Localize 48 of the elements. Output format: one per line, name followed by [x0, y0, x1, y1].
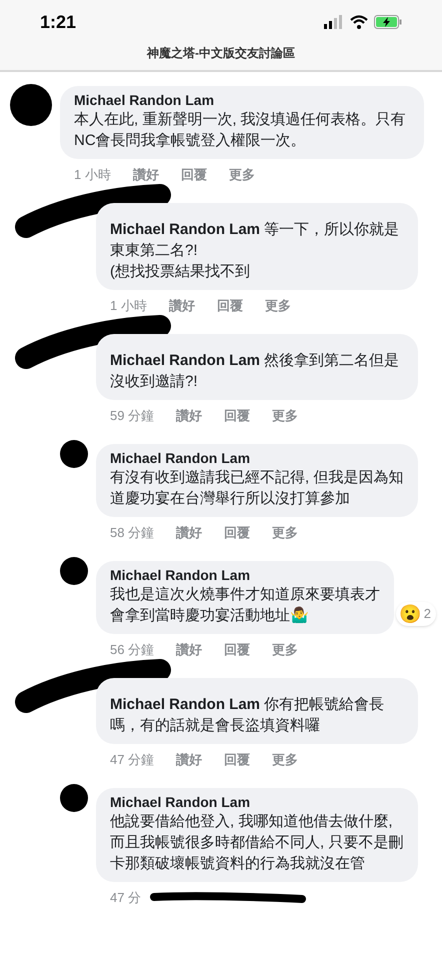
comment-time: 56 分鐘: [110, 642, 154, 658]
comment-action[interactable]: 讚好: [176, 642, 202, 658]
reaction-badge[interactable]: 😮 2: [396, 602, 436, 626]
author-name[interactable]: Michael Randon Lam: [110, 793, 406, 811]
comment-text: Michael Randon Lam 等一下，所以你就是東東第二名?! (想找投票結果找不到: [110, 220, 400, 282]
author-name[interactable]: Michael Randon Lam: [110, 449, 406, 467]
comment-time: 47 分鐘: [110, 752, 154, 768]
avatar[interactable]: [60, 557, 88, 585]
comment-action[interactable]: 回覆: [216, 298, 243, 314]
reaction-emoji: 😮: [398, 603, 421, 625]
comment-action[interactable]: 回覆: [180, 167, 207, 183]
wifi-icon: [350, 15, 368, 29]
comment-action[interactable]: 更多: [272, 642, 298, 658]
comment-text: Michael Randon Lam 然後拿到第二名但是沒收到邀請?!: [110, 351, 400, 392]
comment-time: 58 分鐘: [110, 525, 154, 541]
comment-text: 有沒有收到邀請我已經不記得, 但我是因為知道慶功宴在台灣舉行所以沒打算參加: [110, 468, 404, 509]
comment-time: 1 小時: [74, 167, 111, 183]
comment-action[interactable]: 讚好: [176, 525, 202, 541]
comment-action[interactable]: 回覆: [224, 525, 250, 541]
author-name[interactable]: Michael Randon Lam: [110, 566, 382, 584]
comment-action[interactable]: 更多: [272, 408, 298, 424]
comment-time: 47 分: [110, 890, 142, 906]
comment-action[interactable]: 更多: [272, 752, 298, 768]
comment-action[interactable]: 回覆: [224, 752, 250, 768]
comment-text: 他說要借給他登入, 我哪知道他借去做什麼, 而且我帳號很多時都借給不同人, 只要不是刪卡那類破壞帳號資料的行為我就沒在管: [110, 812, 404, 874]
avatar[interactable]: [60, 784, 88, 812]
status-time: 1:21: [40, 10, 76, 34]
group-title: 神魔之塔-中文版交友討論區: [146, 45, 296, 62]
comment-text: 我也是這次火燒事件才知道原來要填表才會拿到當時慶功宴活動地址🤷‍♂: [110, 585, 381, 626]
comment-text: 本人在此, 重新聲明一次, 我沒填過任何表格。只有NC會長問我拿帳號登入權限一次。: [74, 110, 407, 151]
comment-action[interactable]: 讚好: [168, 298, 195, 314]
comment-action[interactable]: 更多: [228, 167, 255, 183]
comment-action[interactable]: 更多: [272, 525, 298, 541]
reaction-count: 2: [424, 605, 432, 624]
comment-action[interactable]: 讚好: [132, 167, 159, 183]
battery-charging-icon: [374, 15, 402, 29]
comment-action[interactable]: 讚好: [176, 752, 202, 768]
author-name[interactable]: Michael Randon Lam: [74, 91, 412, 109]
avatar[interactable]: [10, 84, 52, 126]
comment-action[interactable]: 更多: [264, 298, 291, 314]
comment-action[interactable]: 回覆: [224, 642, 250, 658]
avatar[interactable]: [60, 440, 88, 468]
comment-action[interactable]: 讚好: [176, 408, 202, 424]
signal-icon: [324, 15, 344, 29]
comment-action[interactable]: 回覆: [224, 408, 250, 424]
comment-time: 59 分鐘: [110, 408, 154, 424]
comment-text: Michael Randon Lam 你有把帳號給會長嗎，有的話就是會長盜填資料囉: [110, 695, 386, 736]
comment-time: 1 小時: [110, 298, 147, 314]
